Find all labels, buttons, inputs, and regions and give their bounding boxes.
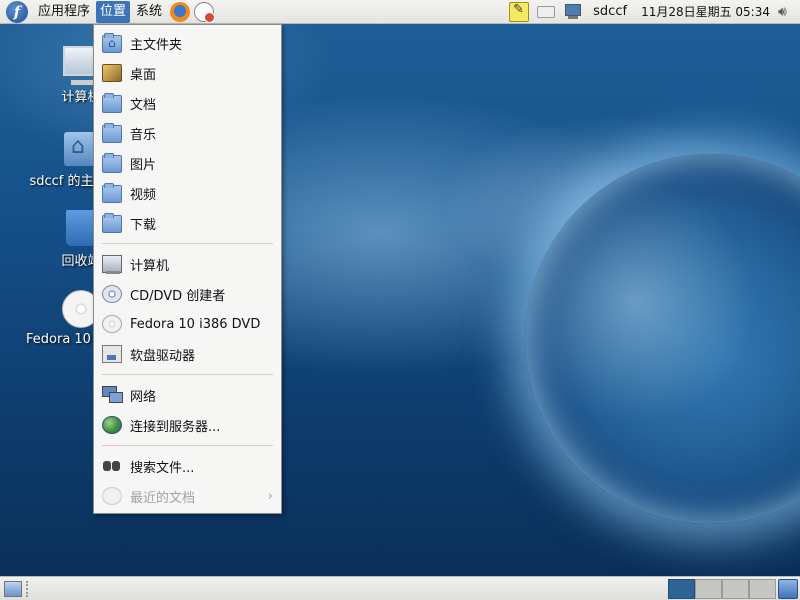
workspace-1[interactable] <box>668 578 695 599</box>
network-icon <box>102 386 123 404</box>
places-menu[interactable]: 位置 <box>96 0 131 23</box>
notes-icon[interactable] <box>509 1 530 22</box>
menu-item-cd-dvd-creator[interactable]: CD/DVD 创建者 <box>94 279 281 309</box>
dvd-icon <box>102 315 122 333</box>
computer-icon <box>102 255 122 274</box>
network-monitor-icon[interactable] <box>563 3 583 21</box>
firefox-launcher-icon[interactable] <box>170 1 191 22</box>
menu-item-label: 主文件夹 <box>130 37 183 53</box>
bottom-panel <box>0 576 800 600</box>
menu-item-videos[interactable]: 视频 <box>94 178 281 208</box>
recent-documents-icon <box>102 487 122 505</box>
fedora-logo-icon[interactable]: f <box>6 0 28 23</box>
menu-item-label: 音乐 <box>130 127 157 143</box>
trash-applet-icon[interactable] <box>778 578 798 599</box>
workspace-3[interactable] <box>722 578 749 599</box>
panel-handle[interactable] <box>26 580 30 597</box>
clock[interactable]: 11月28日星期五 05:34 <box>641 3 770 20</box>
globe-icon <box>102 416 122 434</box>
system-menu[interactable]: 系统 <box>132 1 166 23</box>
menu-separator <box>102 374 273 375</box>
menu-item-label: 图片 <box>130 157 157 173</box>
folder-icon <box>102 153 122 173</box>
menu-item-label: 搜索文件... <box>130 460 195 476</box>
workspace-4[interactable] <box>749 578 776 599</box>
top-panel: f 应用程序 位置 系统 sdccf 11月28日星期五 05:34 🔊︎ <box>0 0 800 24</box>
menu-item-label: 下载 <box>130 217 157 233</box>
menu-item-fedora-dvd[interactable]: Fedora 10 i386 DVD <box>94 309 281 339</box>
search-icon <box>102 457 122 475</box>
user-switcher[interactable]: sdccf <box>593 4 627 19</box>
show-desktop-icon[interactable] <box>4 580 22 597</box>
menu-item-label: 文档 <box>130 97 157 113</box>
menu-item-network[interactable]: 网络 <box>94 380 281 410</box>
workspace-switcher <box>668 578 776 600</box>
menu-item-label: Fedora 10 i386 DVD <box>130 316 261 332</box>
folder-icon <box>102 123 122 143</box>
evolution-launcher-icon[interactable] <box>194 1 216 23</box>
folder-icon <box>102 213 122 233</box>
menu-item-label: 桌面 <box>130 67 157 83</box>
menu-item-downloads[interactable]: 下载 <box>94 208 281 238</box>
menu-separator <box>102 445 273 446</box>
menu-item-home[interactable]: 主文件夹 <box>94 28 281 58</box>
menu-item-label: 网络 <box>130 389 157 405</box>
trash-icon <box>66 210 96 246</box>
menu-item-documents[interactable]: 文档 <box>94 88 281 118</box>
menu-item-label: 连接到服务器... <box>130 419 221 435</box>
menu-item-floppy[interactable]: 软盘驱动器 <box>94 339 281 369</box>
panel-tray: sdccf 11月28日星期五 05:34 🔊︎ <box>509 0 800 24</box>
menu-item-search-files[interactable]: 搜索文件... <box>94 451 281 481</box>
places-dropdown: 主文件夹 桌面 文档 音乐 图片 视频 下载 计算机 CD/DVD 创建者 Fe… <box>93 24 282 514</box>
menu-item-music[interactable]: 音乐 <box>94 118 281 148</box>
cd-icon <box>102 285 122 303</box>
folder-icon <box>102 93 122 113</box>
menu-item-label: 最近的文档 <box>130 490 196 506</box>
floppy-icon <box>102 345 122 363</box>
menu-item-pictures[interactable]: 图片 <box>94 148 281 178</box>
volume-icon[interactable]: 🔊︎ <box>778 3 796 21</box>
menu-item-recent-documents[interactable]: 最近的文档 › <box>94 481 281 511</box>
applications-menu[interactable]: 应用程序 <box>34 1 94 23</box>
menu-item-computer[interactable]: 计算机 <box>94 249 281 279</box>
keyboard-icon[interactable] <box>537 5 556 18</box>
menu-separator <box>102 243 273 244</box>
folder-icon <box>102 183 122 203</box>
menu-item-desktop[interactable]: 桌面 <box>94 58 281 88</box>
submenu-arrow-icon: › <box>267 488 273 504</box>
menu-item-connect-to-server[interactable]: 连接到服务器... <box>94 410 281 440</box>
menu-item-label: 视频 <box>130 187 157 203</box>
home-folder-icon <box>102 33 122 53</box>
workspace-2[interactable] <box>695 578 722 599</box>
menu-item-label: CD/DVD 创建者 <box>130 288 226 304</box>
menu-item-label: 计算机 <box>130 258 170 274</box>
desktop-icon <box>102 64 122 82</box>
menu-item-label: 软盘驱动器 <box>130 348 196 364</box>
